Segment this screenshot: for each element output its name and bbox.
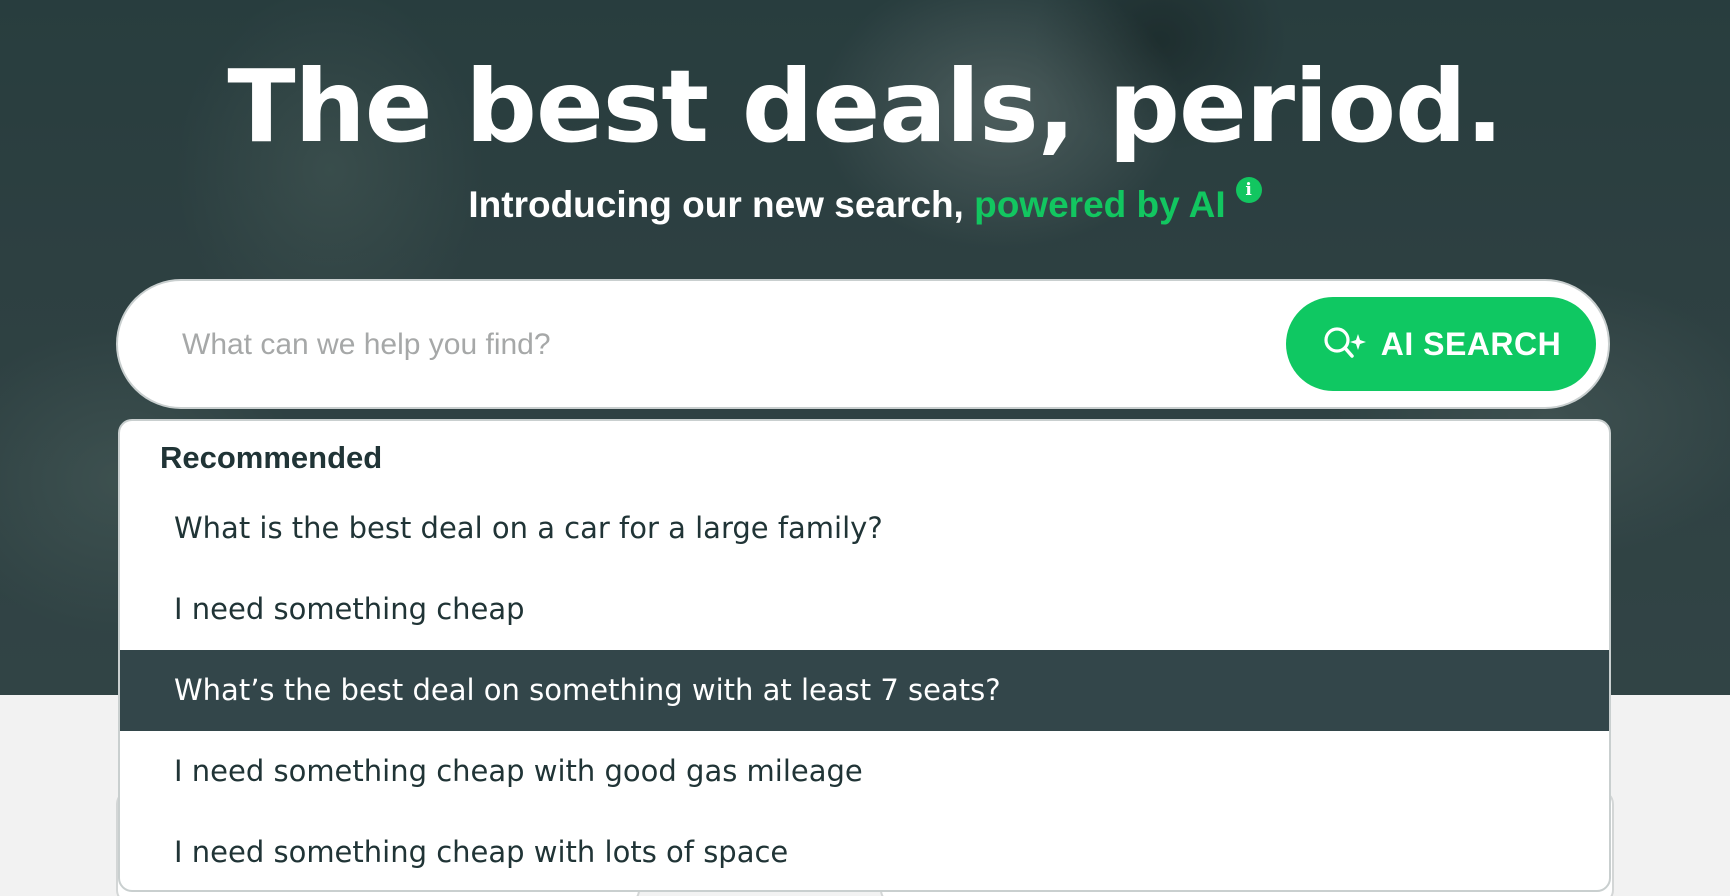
suggestion-item[interactable]: I need something cheap with lots of spac… (120, 812, 1609, 890)
subheading-accent: powered by AI (974, 184, 1226, 225)
ai-search-button[interactable]: AI SEARCH (1286, 297, 1596, 391)
search-bar: AI SEARCH (116, 279, 1610, 409)
search-input[interactable] (180, 314, 1284, 376)
page-title: The best deals, period. (227, 48, 1503, 165)
page: The best deals, period. Introducing our … (0, 0, 1730, 896)
ai-search-sparkle-icon (1324, 327, 1366, 358)
suggestion-item[interactable]: What is the best deal on a car for a lar… (120, 488, 1609, 569)
info-icon[interactable]: i (1235, 177, 1262, 203)
suggestion-item[interactable]: I need something cheap (120, 569, 1609, 650)
suggestion-item-active[interactable]: What’s the best deal on something with a… (120, 650, 1609, 731)
ai-search-button-label: AI SEARCH (1380, 325, 1562, 362)
dropdown-heading: Recommended (160, 440, 383, 475)
suggestion-item[interactable]: I need something cheap with good gas mil… (120, 731, 1609, 812)
suggestions-dropdown: Recommended What is the best deal on a c… (118, 419, 1611, 892)
subheading-text: Introducing our new search, (468, 184, 975, 225)
subheading: Introducing our new search, powered by A… (0, 177, 1730, 230)
